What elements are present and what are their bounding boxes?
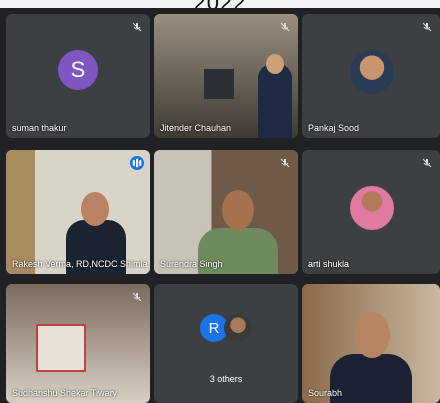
participant-name: Rakesh Verma, RD,NCDC Shimla	[12, 259, 148, 269]
participant-name: arti shukla	[308, 259, 350, 269]
monitor-image	[204, 69, 234, 99]
participant-name: Surendra Singh	[160, 259, 223, 269]
participant-name: Sudhanshu Shekar Tiwary	[12, 388, 118, 398]
participant-tile[interactable]: S suman thakur	[6, 14, 150, 138]
mic-muted-icon[interactable]	[278, 156, 292, 170]
mic-muted-icon[interactable]	[130, 290, 144, 304]
participant-tile-active[interactable]: Rakesh Verma, RD,NCDC Shimla	[6, 150, 150, 274]
participant-tile[interactable]: Sourabh	[302, 284, 440, 403]
mic-muted-icon[interactable]	[420, 156, 434, 170]
speaking-indicator-icon	[130, 156, 144, 170]
others-count: 3 others	[209, 374, 243, 384]
mic-muted-icon[interactable]	[130, 20, 144, 34]
participant-name: Sourabh	[308, 388, 343, 398]
mic-muted-icon[interactable]	[278, 20, 292, 34]
face-image	[266, 54, 284, 74]
participant-name: Pankaj Sood	[308, 123, 360, 133]
participant-name: Jitender Chauhan	[160, 123, 232, 133]
mic-muted-icon[interactable]	[420, 20, 434, 34]
avatar	[224, 314, 252, 342]
participant-name: suman thakur	[12, 123, 67, 133]
face-image	[222, 190, 254, 230]
face-image	[81, 192, 109, 226]
avatar	[350, 50, 394, 94]
person-image	[330, 354, 412, 403]
participant-tile[interactable]: Sudhanshu Shekar Tiwary	[6, 284, 150, 403]
face-image	[354, 312, 390, 358]
person-image	[258, 64, 292, 138]
participant-tile-others[interactable]: R 3 others	[154, 284, 298, 403]
avatar	[350, 186, 394, 230]
avatar: S	[58, 50, 98, 90]
participant-tile[interactable]: Pankaj Sood	[302, 14, 440, 138]
meeting-grid: S suman thakur Jitender Chauhan Pankaj S…	[0, 8, 440, 403]
participant-tile[interactable]: Surendra Singh	[154, 150, 298, 274]
participant-tile[interactable]: Jitender Chauhan	[154, 14, 298, 138]
participant-tile[interactable]: arti shukla	[302, 150, 440, 274]
certificate-image	[36, 324, 86, 372]
